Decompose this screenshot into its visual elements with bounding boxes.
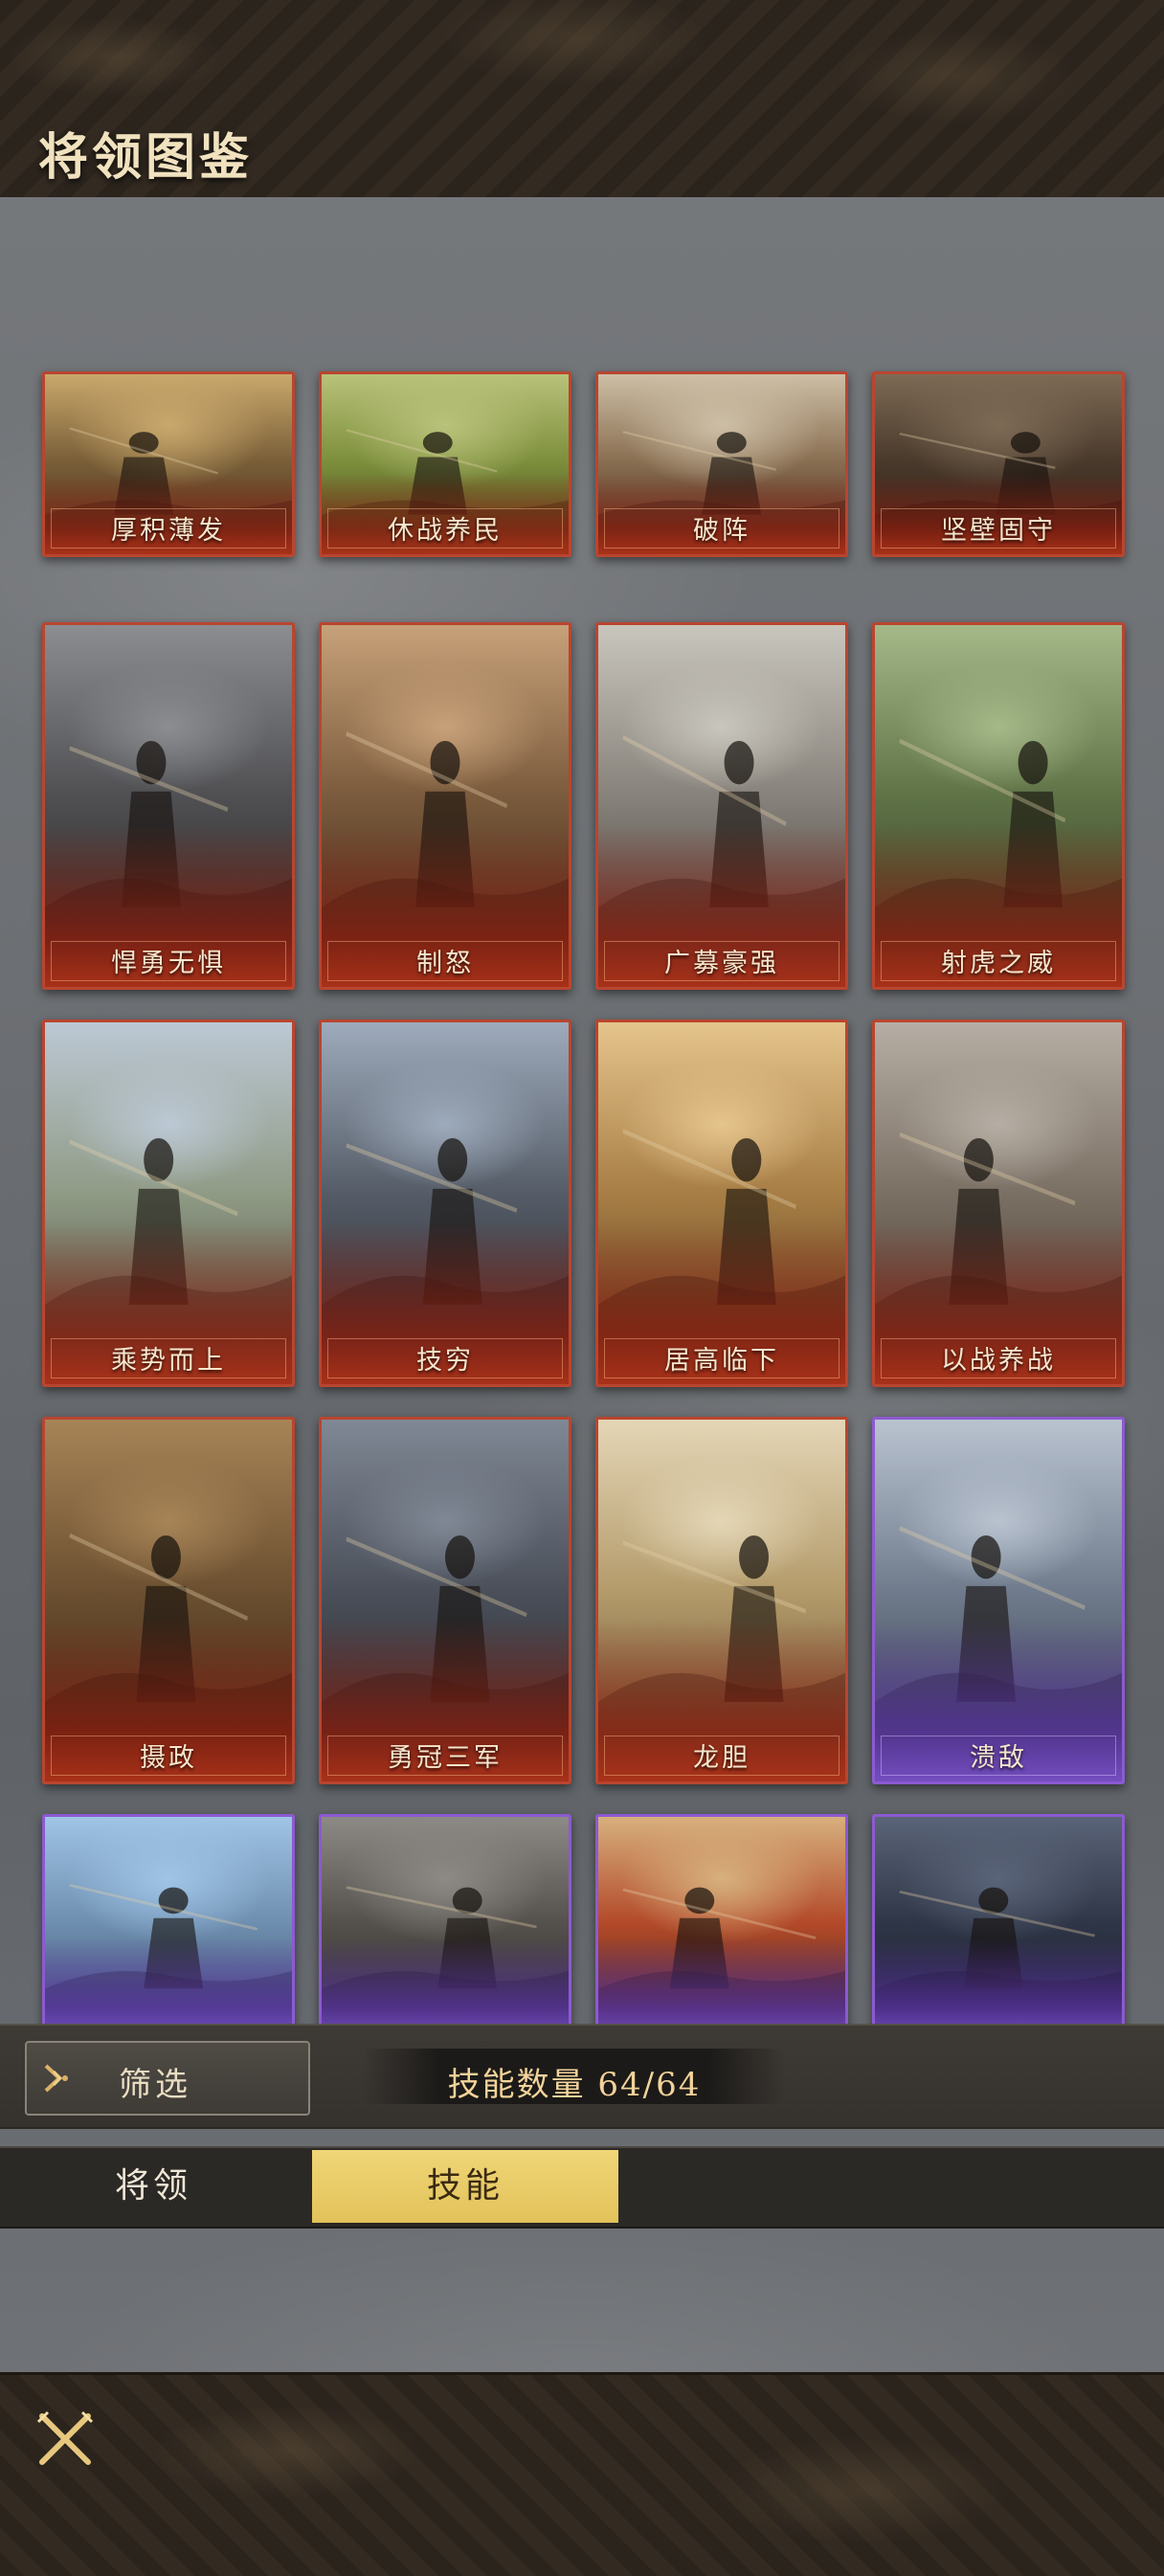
card-label-band <box>322 1938 569 2024</box>
card-label: 厚积薄发 <box>111 516 226 546</box>
skill-card-council-room[interactable]: 制怒 <box>319 622 571 990</box>
card-grid[interactable]: 厚积薄发 休战养民 破阵 坚壁固守悍勇无惧 制怒 广募豪强 射虎之威乘势而上 技穷 居高临下 以战… <box>0 197 1164 2024</box>
skill-card-cavalry-charge[interactable]: 破阵 <box>595 371 848 557</box>
card-label: 居高临下 <box>664 1346 779 1376</box>
skill-card-sword-sky[interactable] <box>42 1814 295 2024</box>
skill-card-armored-warrior[interactable]: 悍勇无惧 <box>42 622 295 990</box>
skill-count-text: 技能数量 64/64 <box>447 2066 702 2104</box>
skill-card-night-gate[interactable] <box>872 1814 1125 2024</box>
filter-button[interactable]: 筛选 <box>25 2041 310 2116</box>
card-label: 溃敌 <box>970 1743 1027 1773</box>
card-label: 射虎之威 <box>941 949 1056 978</box>
skill-card-plunder-town[interactable]: 以战养战 <box>872 1019 1125 1387</box>
card-label-band <box>875 1938 1122 2024</box>
skill-card-fire-warrior[interactable] <box>595 1814 848 2024</box>
card-label-band <box>45 1938 292 2024</box>
skill-card-recruitment[interactable]: 广募豪强 <box>595 622 848 990</box>
skill-card-frozen-battle[interactable]: 溃敌 <box>872 1417 1125 1784</box>
skill-card-hilltop-view[interactable]: 居高临下 <box>595 1019 848 1387</box>
top-banner: 将领图鉴 <box>0 0 1164 200</box>
skill-card-spear-storm[interactable]: 勇冠三军 <box>319 1417 571 1784</box>
card-label: 坚壁固守 <box>941 516 1056 546</box>
card-label-band <box>598 1938 845 2024</box>
crossed-swords-icon[interactable] <box>34 2408 96 2470</box>
card-label: 摄政 <box>140 1743 197 1773</box>
tab-skills[interactable]: 技能 <box>312 2150 618 2223</box>
control-bar: 筛选 技能数量 64/64 <box>0 2024 1164 2129</box>
skill-card-regent-throne[interactable]: 摄政 <box>42 1417 295 1784</box>
filter-label: 筛选 <box>119 2066 191 2104</box>
bottom-banner <box>0 2372 1164 2576</box>
skill-card-cavalry-dusk[interactable] <box>319 1814 571 2024</box>
skill-card-farmland[interactable]: 休战养民 <box>319 371 571 557</box>
card-label: 休战养民 <box>388 516 503 546</box>
skill-card-white-horse[interactable]: 龙胆 <box>595 1417 848 1784</box>
skill-card-army-formation[interactable]: 厚积薄发 <box>42 371 295 557</box>
card-label: 乘势而上 <box>111 1346 226 1376</box>
skill-card-mountain-march[interactable]: 乘势而上 <box>42 1019 295 1387</box>
card-label: 制怒 <box>416 949 474 978</box>
card-label: 勇冠三军 <box>388 1743 503 1773</box>
card-label: 悍勇无惧 <box>111 949 226 978</box>
card-label: 广募豪强 <box>664 949 779 978</box>
tab-generals[interactable]: 将领 <box>0 2150 306 2223</box>
skill-card-shield-wall[interactable]: 坚壁固守 <box>872 371 1125 557</box>
skill-card-despair-tent[interactable]: 技穷 <box>319 1019 571 1387</box>
skill-count-pill: 技能数量 64/64 <box>364 2049 785 2104</box>
card-label: 技穷 <box>416 1346 474 1376</box>
card-label: 以战养战 <box>941 1346 1056 1376</box>
chevron-right-icon <box>44 2064 68 2093</box>
card-label: 破阵 <box>693 516 750 546</box>
card-label: 龙胆 <box>693 1743 750 1773</box>
tab-bar: 将领 技能 <box>0 2146 1164 2229</box>
skill-card-archer-tiger[interactable]: 射虎之威 <box>872 622 1125 990</box>
page-title: 将领图鉴 <box>38 128 254 187</box>
